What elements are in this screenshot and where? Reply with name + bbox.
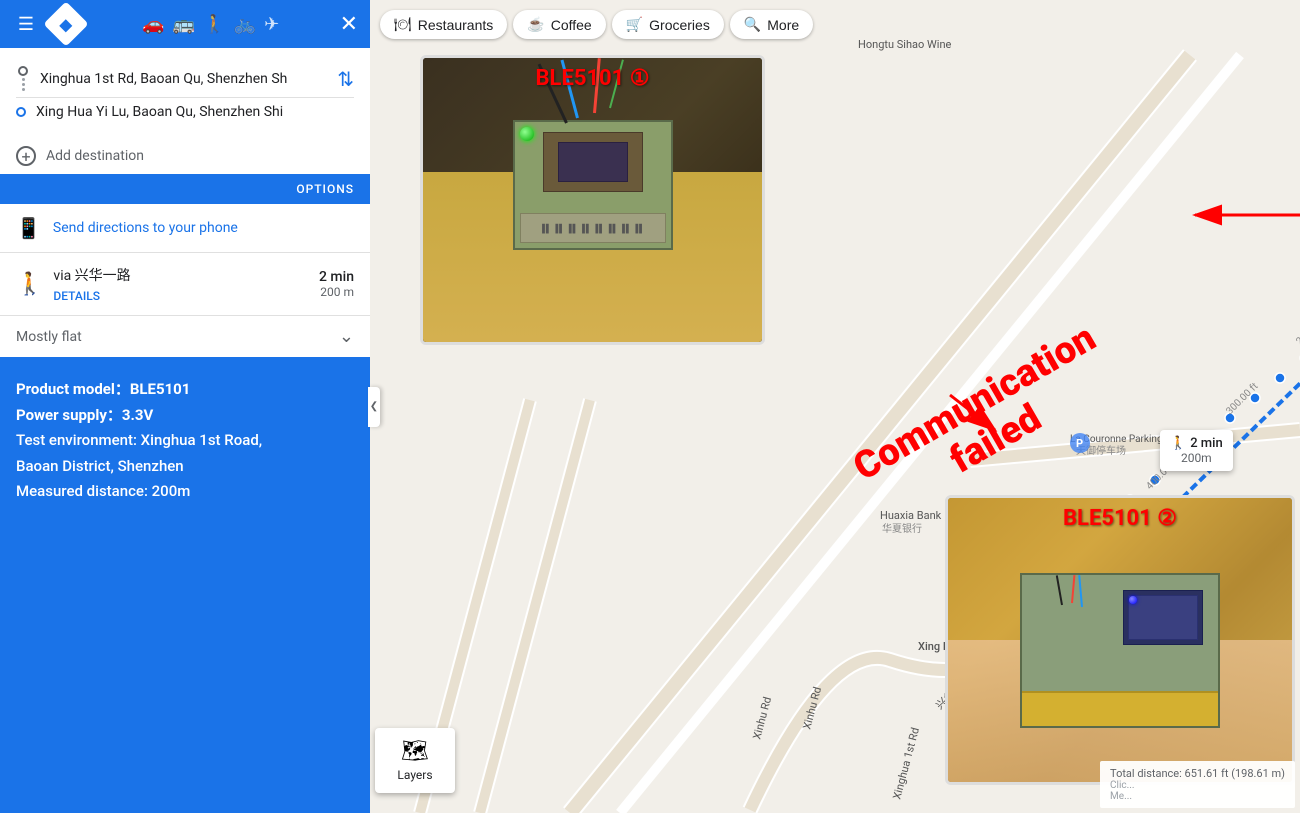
options-bar: OPTIONS [0, 174, 370, 204]
route-distance: 200 m [319, 285, 354, 299]
route-option: 🚶 via 兴华一路 DETAILS 2 min 200 m [0, 253, 370, 316]
ble5101-2-label: BLE5101 ② [1063, 506, 1177, 531]
car-mode-icon[interactable]: 🚗 [142, 14, 164, 35]
route-vline [22, 78, 25, 91]
distance-info-text: Total distance: 651.61 ft (198.61 m) [1110, 767, 1285, 780]
close-button[interactable]: ✕ [340, 12, 358, 37]
ble5101-1-label: BLE5101 ① [536, 66, 650, 91]
layers-label: Layers [397, 768, 432, 782]
coffee-filter[interactable]: ☕ Coffee [513, 10, 605, 39]
measured-dist: Measured distance: 200m [16, 482, 190, 500]
chevron-down-icon: ⌄ [339, 326, 354, 347]
restaurants-icon: 🍽 [394, 16, 412, 33]
coffee-icon: ☕ [527, 16, 544, 33]
route-via: via 兴华一路 DETAILS [53, 265, 309, 303]
product-info: Product model：BLE5101 Power supply：3.3V … [0, 357, 370, 813]
send-icon: 📱 [16, 216, 41, 240]
transit-mode-icon[interactable]: 🚌 [173, 14, 195, 35]
ble5101-device-1-image: BLE5101 ① ▐▌▐▌▐▌▐▌▐▌▐▌▐▌▐▌ [420, 55, 765, 345]
swap-directions-button[interactable]: ⇅ [337, 67, 354, 91]
walk-badge-distance: 200m [1181, 451, 1212, 465]
product-model-value: BLE5101 [130, 380, 191, 398]
route-via-text: via 兴华一路 [53, 265, 309, 285]
origin-input[interactable]: Xinghua 1st Rd, Baoan Qu, Shenzhen Sh [40, 71, 327, 87]
terrain-info[interactable]: Mostly flat ⌄ [0, 316, 370, 357]
test-env-label: Test environment: Xinghua 1st Road, [16, 431, 262, 449]
groceries-icon: 🛒 [626, 16, 643, 33]
more-label: More [767, 17, 799, 33]
layers-button[interactable]: 🗺 Layers [375, 728, 455, 793]
test-env-value: Baoan District, Shenzhen [16, 457, 184, 475]
walk-badge-icon: 🚶 [1170, 436, 1186, 451]
flight-mode-icon[interactable]: ✈ [264, 14, 279, 35]
power-supply-label: Power supply： [16, 406, 122, 424]
product-model-label: Product model： [16, 380, 130, 398]
route-option-row: 🚶 via 兴华一路 DETAILS 2 min 200 m [16, 265, 354, 303]
add-destination-row[interactable]: + Add destination [0, 138, 370, 174]
add-destination-label: Add destination [46, 148, 144, 164]
ble5101-device-2-image: BLE5101 ② [945, 495, 1295, 785]
map-area: 100.00 ft 200.00 ft 300.00 ft 400.00 ft … [370, 0, 1300, 813]
svg-text:Hongtu Sihao Wine: Hongtu Sihao Wine [858, 38, 952, 51]
svg-text:Xinghua 1st Rd: Xinghua 1st Rd [890, 726, 922, 801]
svg-text:200.00 ft: 200.00 ft [1294, 310, 1300, 347]
destination-dot [16, 107, 26, 117]
walk-mode-icon[interactable]: 🚶 [203, 14, 225, 35]
route-time: 2 min [319, 269, 354, 285]
left-panel: ☰ ◆ 🚗 🚌 🚶 🚲 ✈ ✕ Xinghua 1st Rd, Baoan Qu… [0, 0, 370, 813]
route-inputs: Xinghua 1st Rd, Baoan Qu, Shenzhen Sh ⇅ … [0, 48, 370, 138]
send-directions-button[interactable]: 📱 Send directions to your phone [0, 204, 370, 253]
search-icon: 🔍 [744, 16, 761, 33]
transport-mode-selector: 🚗 🚌 🚶 🚲 ✈ [92, 14, 330, 35]
send-directions-label: Send directions to your phone [53, 220, 238, 236]
layers-icon: 🗺 [401, 739, 429, 764]
destination-row: Xing Hua Yi Lu, Baoan Qu, Shenzhen Shi [16, 98, 354, 126]
origin-dot [18, 66, 28, 76]
product-info-text: Product model：BLE5101 Power supply：3.3V … [16, 377, 354, 505]
walking-icon: 🚶 [16, 272, 43, 297]
svg-text:P: P [1076, 437, 1083, 450]
click-to-expand: Clic... [1110, 780, 1285, 791]
groceries-label: Groceries [649, 17, 710, 33]
panel-resize-handle[interactable] [368, 387, 380, 427]
top-bar: ☰ ◆ 🚗 🚌 🚶 🚲 ✈ ✕ [0, 0, 370, 48]
route-details-button[interactable]: DETAILS [53, 289, 309, 303]
more-filter[interactable]: 🔍 More [730, 10, 813, 39]
options-label: OPTIONS [296, 182, 354, 196]
walk-badge-time: 2 min [1190, 436, 1223, 451]
terrain-label: Mostly flat [16, 329, 82, 345]
bike-mode-icon[interactable]: 🚲 [234, 14, 256, 35]
add-destination-icon: + [16, 146, 36, 166]
distance-info-box: Total distance: 651.61 ft (198.61 m) Cli… [1100, 761, 1295, 808]
nav-diamond-icon: ◆ [43, 1, 88, 46]
restaurants-label: Restaurants [418, 17, 493, 33]
coffee-label: Coffee [551, 17, 592, 33]
power-supply-value: 3.3V [122, 406, 153, 424]
restaurants-filter[interactable]: 🍽 Restaurants [380, 10, 507, 39]
svg-text:Xinhu Rd: Xinhu Rd [750, 695, 774, 740]
menu-icon[interactable]: ☰ [12, 10, 40, 38]
origin-row: Xinghua 1st Rd, Baoan Qu, Shenzhen Sh ⇅ [16, 60, 354, 98]
search-filter-bar: 🍽 Restaurants ☕ Coffee 🛒 Groceries 🔍 Mor… [380, 10, 1290, 39]
me-label: Me... [1110, 791, 1285, 802]
groceries-filter[interactable]: 🛒 Groceries [612, 10, 724, 39]
walk-time-badge: 🚶 2 min 200m [1160, 430, 1233, 471]
destination-input[interactable]: Xing Hua Yi Lu, Baoan Qu, Shenzhen Shi [36, 104, 354, 120]
route-time-dist: 2 min 200 m [319, 269, 354, 299]
